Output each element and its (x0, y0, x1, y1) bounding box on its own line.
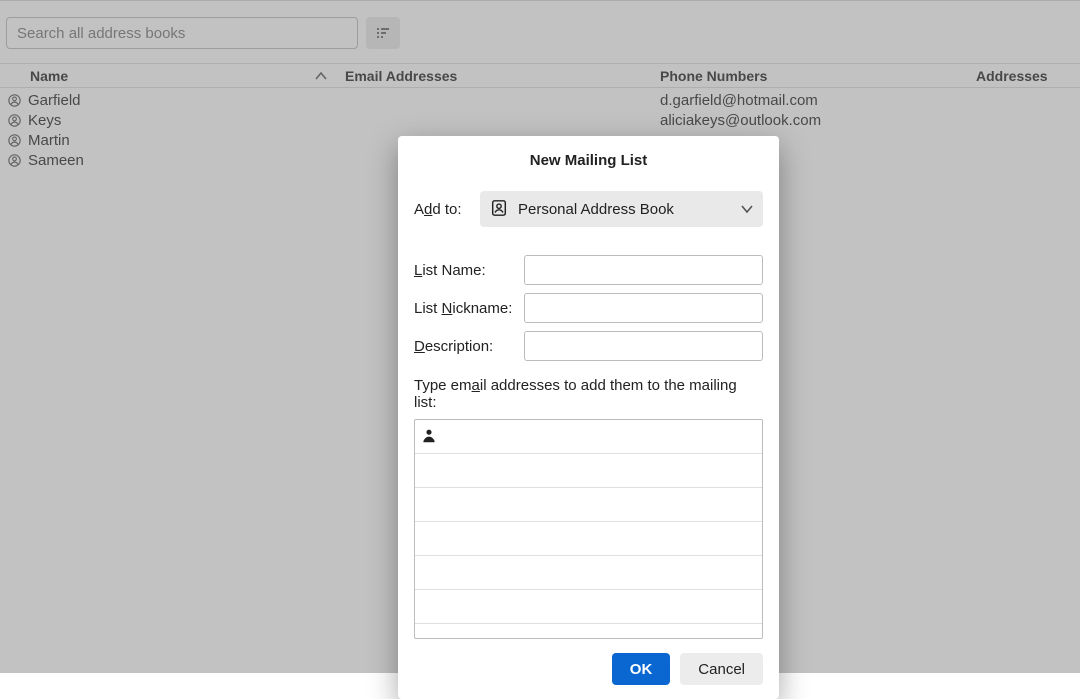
email-hint-text: Type email addresses to add them to the … (414, 377, 763, 411)
email-line[interactable] (415, 454, 762, 488)
chevron-down-icon (741, 201, 753, 217)
cancel-button[interactable]: Cancel (680, 653, 763, 685)
add-to-label: Add to: (414, 201, 480, 218)
email-line[interactable] (415, 556, 762, 590)
person-icon (421, 427, 437, 446)
description-label: Description: (414, 338, 524, 355)
add-to-select[interactable]: Personal Address Book (480, 191, 763, 227)
email-address-list[interactable] (414, 419, 763, 639)
email-line[interactable] (415, 488, 762, 522)
list-name-label: List Name: (414, 262, 524, 279)
list-name-input[interactable] (524, 255, 763, 285)
email-line[interactable] (415, 522, 762, 556)
email-line[interactable] (415, 624, 762, 639)
email-line[interactable] (415, 420, 762, 454)
dialog-title: New Mailing List (414, 152, 763, 169)
addressbook-icon (490, 199, 508, 220)
list-nickname-input[interactable] (524, 293, 763, 323)
email-line[interactable] (415, 590, 762, 624)
ok-button[interactable]: OK (612, 653, 671, 685)
new-mailing-list-dialog: New Mailing List Add to: Personal Addres… (398, 136, 779, 699)
description-input[interactable] (524, 331, 763, 361)
add-to-selected-text: Personal Address Book (518, 201, 731, 218)
list-nickname-label: List Nickname: (414, 300, 524, 317)
